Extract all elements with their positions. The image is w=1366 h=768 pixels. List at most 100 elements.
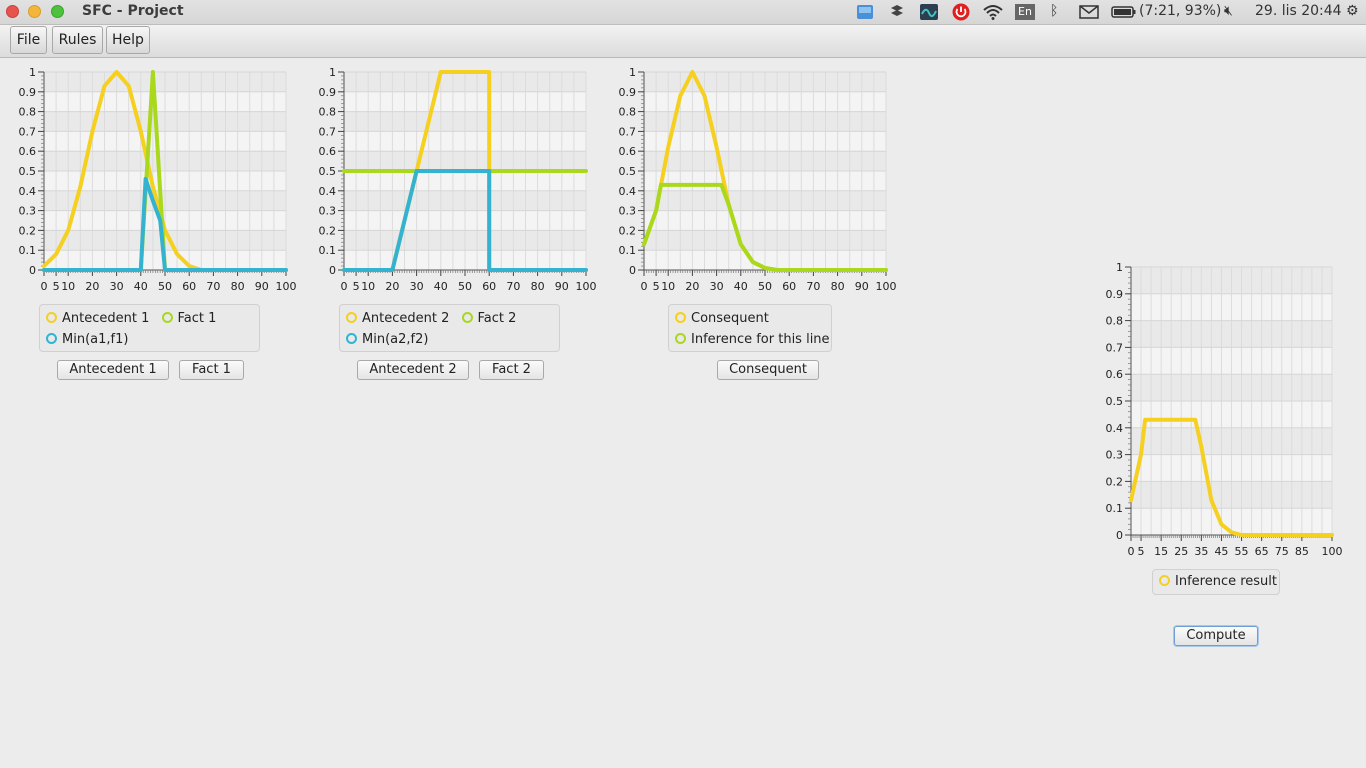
x-tick-label: 20 — [85, 280, 99, 293]
chart-inference-result: 00.10.20.30.40.50.60.70.80.910 5 15 25 35 45 5… — [1106, 261, 1343, 558]
keyboard-layout-indicator[interactable]: En — [1015, 4, 1035, 20]
x-tick-label: 45 — [1214, 545, 1228, 558]
y-tick-label: 0.6 — [319, 145, 337, 158]
wifi-icon[interactable] — [982, 3, 1004, 21]
legend-chart-3: Consequent Inference for this line — [668, 304, 832, 352]
mail-icon[interactable] — [1078, 3, 1100, 21]
power-icon[interactable] — [951, 3, 971, 21]
network-indicator-icon[interactable] — [888, 3, 906, 21]
y-tick-label: 0.4 — [319, 185, 337, 198]
x-tick-label: 85 — [1295, 545, 1309, 558]
legend-item-min-a1-f1: Min(a1,f1) — [46, 329, 128, 350]
y-tick-label: 0.5 — [619, 165, 637, 178]
legend-item-consequent: Consequent — [675, 308, 769, 329]
settings-gear-icon[interactable]: ⚙ — [1346, 3, 1359, 19]
x-tick-label: 5 — [1138, 545, 1145, 558]
consequent-button[interactable]: Consequent — [717, 360, 819, 380]
y-tick-label: 0 — [629, 264, 636, 277]
x-tick-label: 80 — [231, 280, 245, 293]
y-tick-label: 1 — [329, 66, 336, 79]
x-tick-label: 5 — [53, 280, 60, 293]
antecedent-2-button[interactable]: Antecedent 2 — [357, 360, 469, 380]
menu-rules[interactable]: Rules — [52, 26, 103, 54]
legend-marker-green — [161, 312, 173, 323]
window-close-button[interactable] — [6, 5, 19, 18]
y-tick-label: 0.8 — [1106, 315, 1124, 328]
legend-chart-4: Inference result — [1152, 569, 1280, 595]
x-tick-label: 70 — [806, 280, 820, 293]
x-tick-label: 10 — [661, 280, 675, 293]
x-tick-label: 65 — [1255, 545, 1269, 558]
x-tick-label: 80 — [531, 280, 545, 293]
fact-2-button[interactable]: Fact 2 — [479, 360, 544, 380]
legend-item-inference-result: Inference result — [1159, 571, 1277, 592]
y-tick-label: 0.3 — [1106, 449, 1124, 462]
y-tick-label: 0.7 — [1106, 341, 1124, 354]
y-tick-label: 0.2 — [1106, 475, 1124, 488]
x-tick-label: 55 — [1235, 545, 1249, 558]
x-tick-label: 0 — [1128, 545, 1135, 558]
x-tick-label: 5 — [353, 280, 360, 293]
y-tick-label: 0.4 — [619, 185, 637, 198]
battery-icon[interactable] — [1111, 3, 1137, 21]
x-tick-label: 90 — [255, 280, 269, 293]
y-tick-label: 1 — [29, 66, 36, 79]
y-tick-label: 0.5 — [1106, 395, 1124, 408]
battery-status: (7:21, 93%) — [1139, 3, 1222, 19]
y-tick-label: 0.4 — [19, 185, 37, 198]
antecedent-1-button[interactable]: Antecedent 1 — [57, 360, 169, 380]
x-tick-label: 50 — [158, 280, 172, 293]
window-minimize-button[interactable] — [28, 5, 41, 18]
clock-datetime[interactable]: 29. lis 20:44 — [1255, 3, 1342, 19]
x-tick-label: 70 — [206, 280, 220, 293]
x-tick-label: 20 — [685, 280, 699, 293]
x-tick-label: 100 — [276, 280, 297, 293]
legend-marker-green — [461, 312, 473, 323]
x-tick-label: 80 — [831, 280, 845, 293]
chart-antecedent-fact-1: 00.10.20.30.40.50.60.70.80.910 5 10 20 30 40 5… — [19, 66, 297, 293]
legend-item-fact-2: Fact 2 — [461, 308, 516, 329]
y-tick-label: 0.9 — [19, 86, 37, 99]
y-tick-label: 0 — [1116, 529, 1123, 542]
y-tick-label: 0.6 — [1106, 368, 1124, 381]
monitor-graph-icon[interactable] — [919, 3, 939, 21]
dropbox-icon[interactable] — [855, 3, 875, 21]
y-tick-label: 0.2 — [319, 224, 337, 237]
x-tick-label: 30 — [110, 280, 124, 293]
y-tick-label: 0.9 — [1106, 288, 1124, 301]
legend-item-min-a2-f2: Min(a2,f2) — [346, 329, 428, 350]
chart-consequent: 00.10.20.30.40.50.60.70.80.910 5 10 20 30 40 5… — [619, 66, 897, 293]
compute-button[interactable]: Compute — [1174, 626, 1258, 646]
legend-chart-2: Antecedent 2 Fact 2 Min(a2,f2) — [339, 304, 560, 352]
x-tick-label: 50 — [758, 280, 772, 293]
menu-bar: File Rules Help — [0, 25, 1366, 58]
menu-help[interactable]: Help — [106, 26, 150, 54]
x-tick-label: 60 — [782, 280, 796, 293]
menu-file[interactable]: File — [10, 26, 47, 54]
window-title: SFC - Project — [82, 3, 184, 19]
x-tick-label: 10 — [361, 280, 375, 293]
x-tick-label: 20 — [385, 280, 399, 293]
x-tick-label: 100 — [576, 280, 597, 293]
y-tick-label: 0.5 — [19, 165, 37, 178]
x-tick-label: 10 — [61, 280, 75, 293]
y-tick-label: 0.3 — [19, 205, 37, 218]
volume-muted-icon[interactable]: 🔇︎ — [1224, 3, 1233, 19]
y-tick-label: 0.8 — [319, 106, 337, 119]
x-tick-label: 25 — [1174, 545, 1188, 558]
y-tick-label: 0.6 — [19, 145, 37, 158]
legend-item-inference-for-this-line: Inference for this line — [675, 329, 830, 350]
window-maximize-button[interactable] — [51, 5, 64, 18]
x-tick-label: 35 — [1194, 545, 1208, 558]
x-tick-label: 100 — [1322, 545, 1343, 558]
legend-marker-blue — [346, 333, 357, 344]
x-tick-label: 0 — [341, 280, 348, 293]
fact-1-button[interactable]: Fact 1 — [179, 360, 244, 380]
y-tick-label: 0.1 — [19, 244, 37, 257]
bluetooth-icon[interactable]: ᛒ — [1050, 3, 1058, 19]
y-tick-label: 0 — [329, 264, 336, 277]
y-tick-label: 0.3 — [619, 205, 637, 218]
y-tick-label: 0.2 — [19, 224, 37, 237]
x-tick-label: 50 — [458, 280, 472, 293]
x-tick-label: 15 — [1154, 545, 1168, 558]
